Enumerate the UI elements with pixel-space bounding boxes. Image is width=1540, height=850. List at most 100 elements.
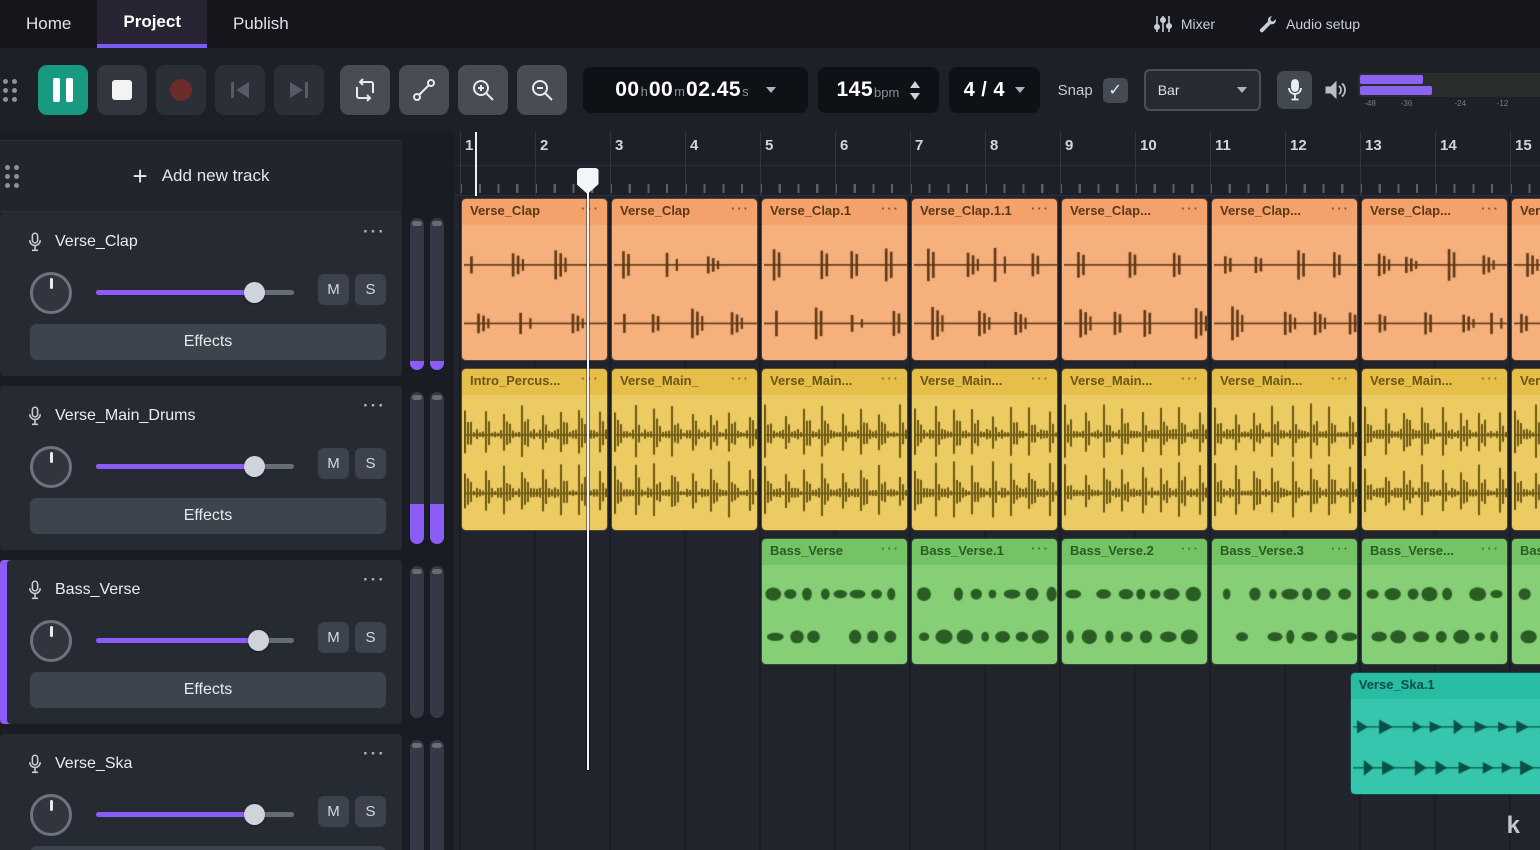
speaker-button[interactable] — [1324, 79, 1348, 101]
pan-knob[interactable] — [30, 446, 72, 488]
clip-bass-verse-3[interactable]: Bass_Verse.3··· — [1211, 538, 1358, 665]
record-button[interactable] — [156, 65, 206, 115]
clip-menu-button[interactable]: ··· — [1331, 201, 1350, 216]
pan-knob[interactable] — [30, 620, 72, 662]
clip-menu-button[interactable]: ··· — [1181, 201, 1200, 216]
clip-menu-button[interactable]: ··· — [1031, 371, 1050, 386]
pan-knob[interactable] — [30, 272, 72, 314]
solo-button[interactable]: S — [355, 622, 386, 653]
mute-button[interactable]: M — [318, 274, 349, 305]
clip-verse-main-[interactable]: Verse_Main_··· — [611, 368, 758, 531]
solo-button[interactable]: S — [355, 796, 386, 827]
clip-menu-button[interactable]: ··· — [581, 201, 600, 216]
clip-menu-button[interactable]: ··· — [881, 201, 900, 216]
zoom-in-button[interactable] — [458, 65, 508, 115]
tab-home[interactable]: Home — [0, 0, 97, 48]
volume-slider[interactable] — [96, 812, 294, 817]
clip-verse-clap-1[interactable]: Verse_Clap.1··· — [761, 198, 908, 361]
track-row-bass_verse[interactable]: Bass_Verse···MSEffects — [0, 560, 402, 724]
track-menu-button[interactable]: ··· — [363, 222, 386, 242]
effects-button[interactable]: Effects — [30, 324, 386, 360]
track-row-verse_main_drums[interactable]: Verse_Main_Drums···MSEffects — [0, 386, 402, 550]
clip-menu-button[interactable]: ··· — [1031, 541, 1050, 556]
pan-knob[interactable] — [30, 794, 72, 836]
track-menu-button[interactable]: ··· — [363, 570, 386, 590]
clip-menu-button[interactable]: ··· — [881, 371, 900, 386]
clip-menu-button[interactable]: ··· — [881, 541, 900, 556]
solo-button[interactable]: S — [355, 448, 386, 479]
clip-menu-button[interactable]: ··· — [1181, 371, 1200, 386]
track-menu-button[interactable]: ··· — [363, 744, 386, 764]
clip-menu-button[interactable]: ··· — [731, 371, 750, 386]
time-signature-field[interactable]: 4 / 4 — [949, 67, 1040, 113]
clip-verse-main-[interactable]: Verse_Main...··· — [761, 368, 908, 531]
clip-bass-verse-[interactable]: Bass_Verse...··· — [1361, 538, 1508, 665]
mute-button[interactable]: M — [318, 448, 349, 479]
skip-forward-button[interactable] — [274, 65, 324, 115]
toolbar-drag-handle[interactable] — [1, 73, 20, 107]
clip-menu-button[interactable]: ··· — [1331, 541, 1350, 556]
clip-verse-clap[interactable]: Verse_Clap··· — [611, 198, 758, 361]
volume-handle[interactable] — [244, 456, 265, 477]
clip-menu-button[interactable]: ··· — [1481, 371, 1500, 386]
clip-bass-verse-1[interactable]: Bass_Verse.1··· — [911, 538, 1058, 665]
loop-button[interactable] — [340, 65, 390, 115]
clip-menu-button[interactable]: ··· — [1031, 201, 1050, 216]
grid-unit-select[interactable]: Bar — [1144, 69, 1261, 111]
volume-slider[interactable] — [96, 290, 294, 295]
track-row-verse_ska[interactable]: Verse_Ska···MSEffects — [0, 734, 402, 850]
snap-checkbox[interactable]: ✓ — [1103, 78, 1128, 103]
playback-start-marker[interactable] — [475, 132, 477, 196]
pause-button[interactable] — [38, 65, 88, 115]
effects-button[interactable]: Effects — [30, 672, 386, 708]
clip-verse-clap-1-1[interactable]: Verse_Clap.1.1··· — [911, 198, 1058, 361]
track-row-verse_clap[interactable]: Verse_Clap···MSEffects — [0, 212, 402, 376]
volume-handle[interactable] — [244, 804, 265, 825]
clip-menu-button[interactable]: ··· — [1481, 201, 1500, 216]
clip-verse-clap-[interactable]: Verse_Clap...··· — [1361, 198, 1508, 361]
volume-handle[interactable] — [248, 630, 269, 651]
clip-verse-cl-[interactable]: Verse_Cl...··· — [1511, 198, 1540, 361]
clip-verse-main-[interactable]: Verse_Main...··· — [1211, 368, 1358, 531]
clip-verse-ska-1[interactable]: Verse_Ska.1··· — [1350, 672, 1540, 795]
stop-button[interactable] — [97, 65, 147, 115]
tab-publish[interactable]: Publish — [207, 0, 315, 48]
bpm-stepper[interactable] — [910, 81, 920, 100]
add-new-track-button[interactable]: + Add new track — [0, 140, 402, 212]
track-menu-button[interactable]: ··· — [363, 396, 386, 416]
clip-verse-m-[interactable]: Verse_M...··· — [1511, 368, 1540, 531]
mixer-button[interactable]: Mixer — [1154, 15, 1215, 33]
zoom-out-button[interactable] — [517, 65, 567, 115]
mute-button[interactable]: M — [318, 796, 349, 827]
clip-menu-button[interactable]: ··· — [581, 371, 600, 386]
clip-verse-main-[interactable]: Verse_Main...··· — [1361, 368, 1508, 531]
timeline-ruler[interactable]: 123456789101112131415 — [454, 132, 1540, 196]
automation-button[interactable] — [399, 65, 449, 115]
audio-setup-button[interactable]: Audio setup — [1259, 15, 1360, 33]
mic-button[interactable] — [1277, 71, 1313, 109]
clip-verse-clap-[interactable]: Verse_Clap...··· — [1211, 198, 1358, 361]
volume-slider[interactable] — [96, 464, 294, 469]
effects-button[interactable]: Effects — [30, 846, 386, 850]
solo-button[interactable]: S — [355, 274, 386, 305]
clip-bass-verse[interactable]: Bass_Verse··· — [761, 538, 908, 665]
time-display[interactable]: 00h00m02.45s — [583, 67, 808, 113]
clip-menu-button[interactable]: ··· — [1481, 541, 1500, 556]
clip-verse-main-[interactable]: Verse_Main...··· — [1061, 368, 1208, 531]
clip-menu-button[interactable]: ··· — [1331, 371, 1350, 386]
clip-verse-clap-[interactable]: Verse_Clap...··· — [1061, 198, 1208, 361]
clip-verse-main-[interactable]: Verse_Main... ··· — [911, 368, 1058, 531]
clip-bass-v-[interactable]: Bass_V...··· — [1511, 538, 1540, 665]
clip-menu-button[interactable]: ··· — [1181, 541, 1200, 556]
mute-button[interactable]: M — [318, 622, 349, 653]
effects-button[interactable]: Effects — [30, 498, 386, 534]
clip-menu-button[interactable]: ··· — [731, 201, 750, 216]
clip-label: Verse_Main... — [920, 373, 1002, 388]
skip-back-button[interactable] — [215, 65, 265, 115]
tab-project[interactable]: Project — [97, 0, 207, 48]
clip-bass-verse-2[interactable]: Bass_Verse.2··· — [1061, 538, 1208, 665]
volume-slider[interactable] — [96, 638, 294, 643]
volume-handle[interactable] — [244, 282, 265, 303]
panel-drag-handle[interactable] — [2, 159, 22, 193]
bpm-field[interactable]: 145bpm — [818, 67, 939, 113]
